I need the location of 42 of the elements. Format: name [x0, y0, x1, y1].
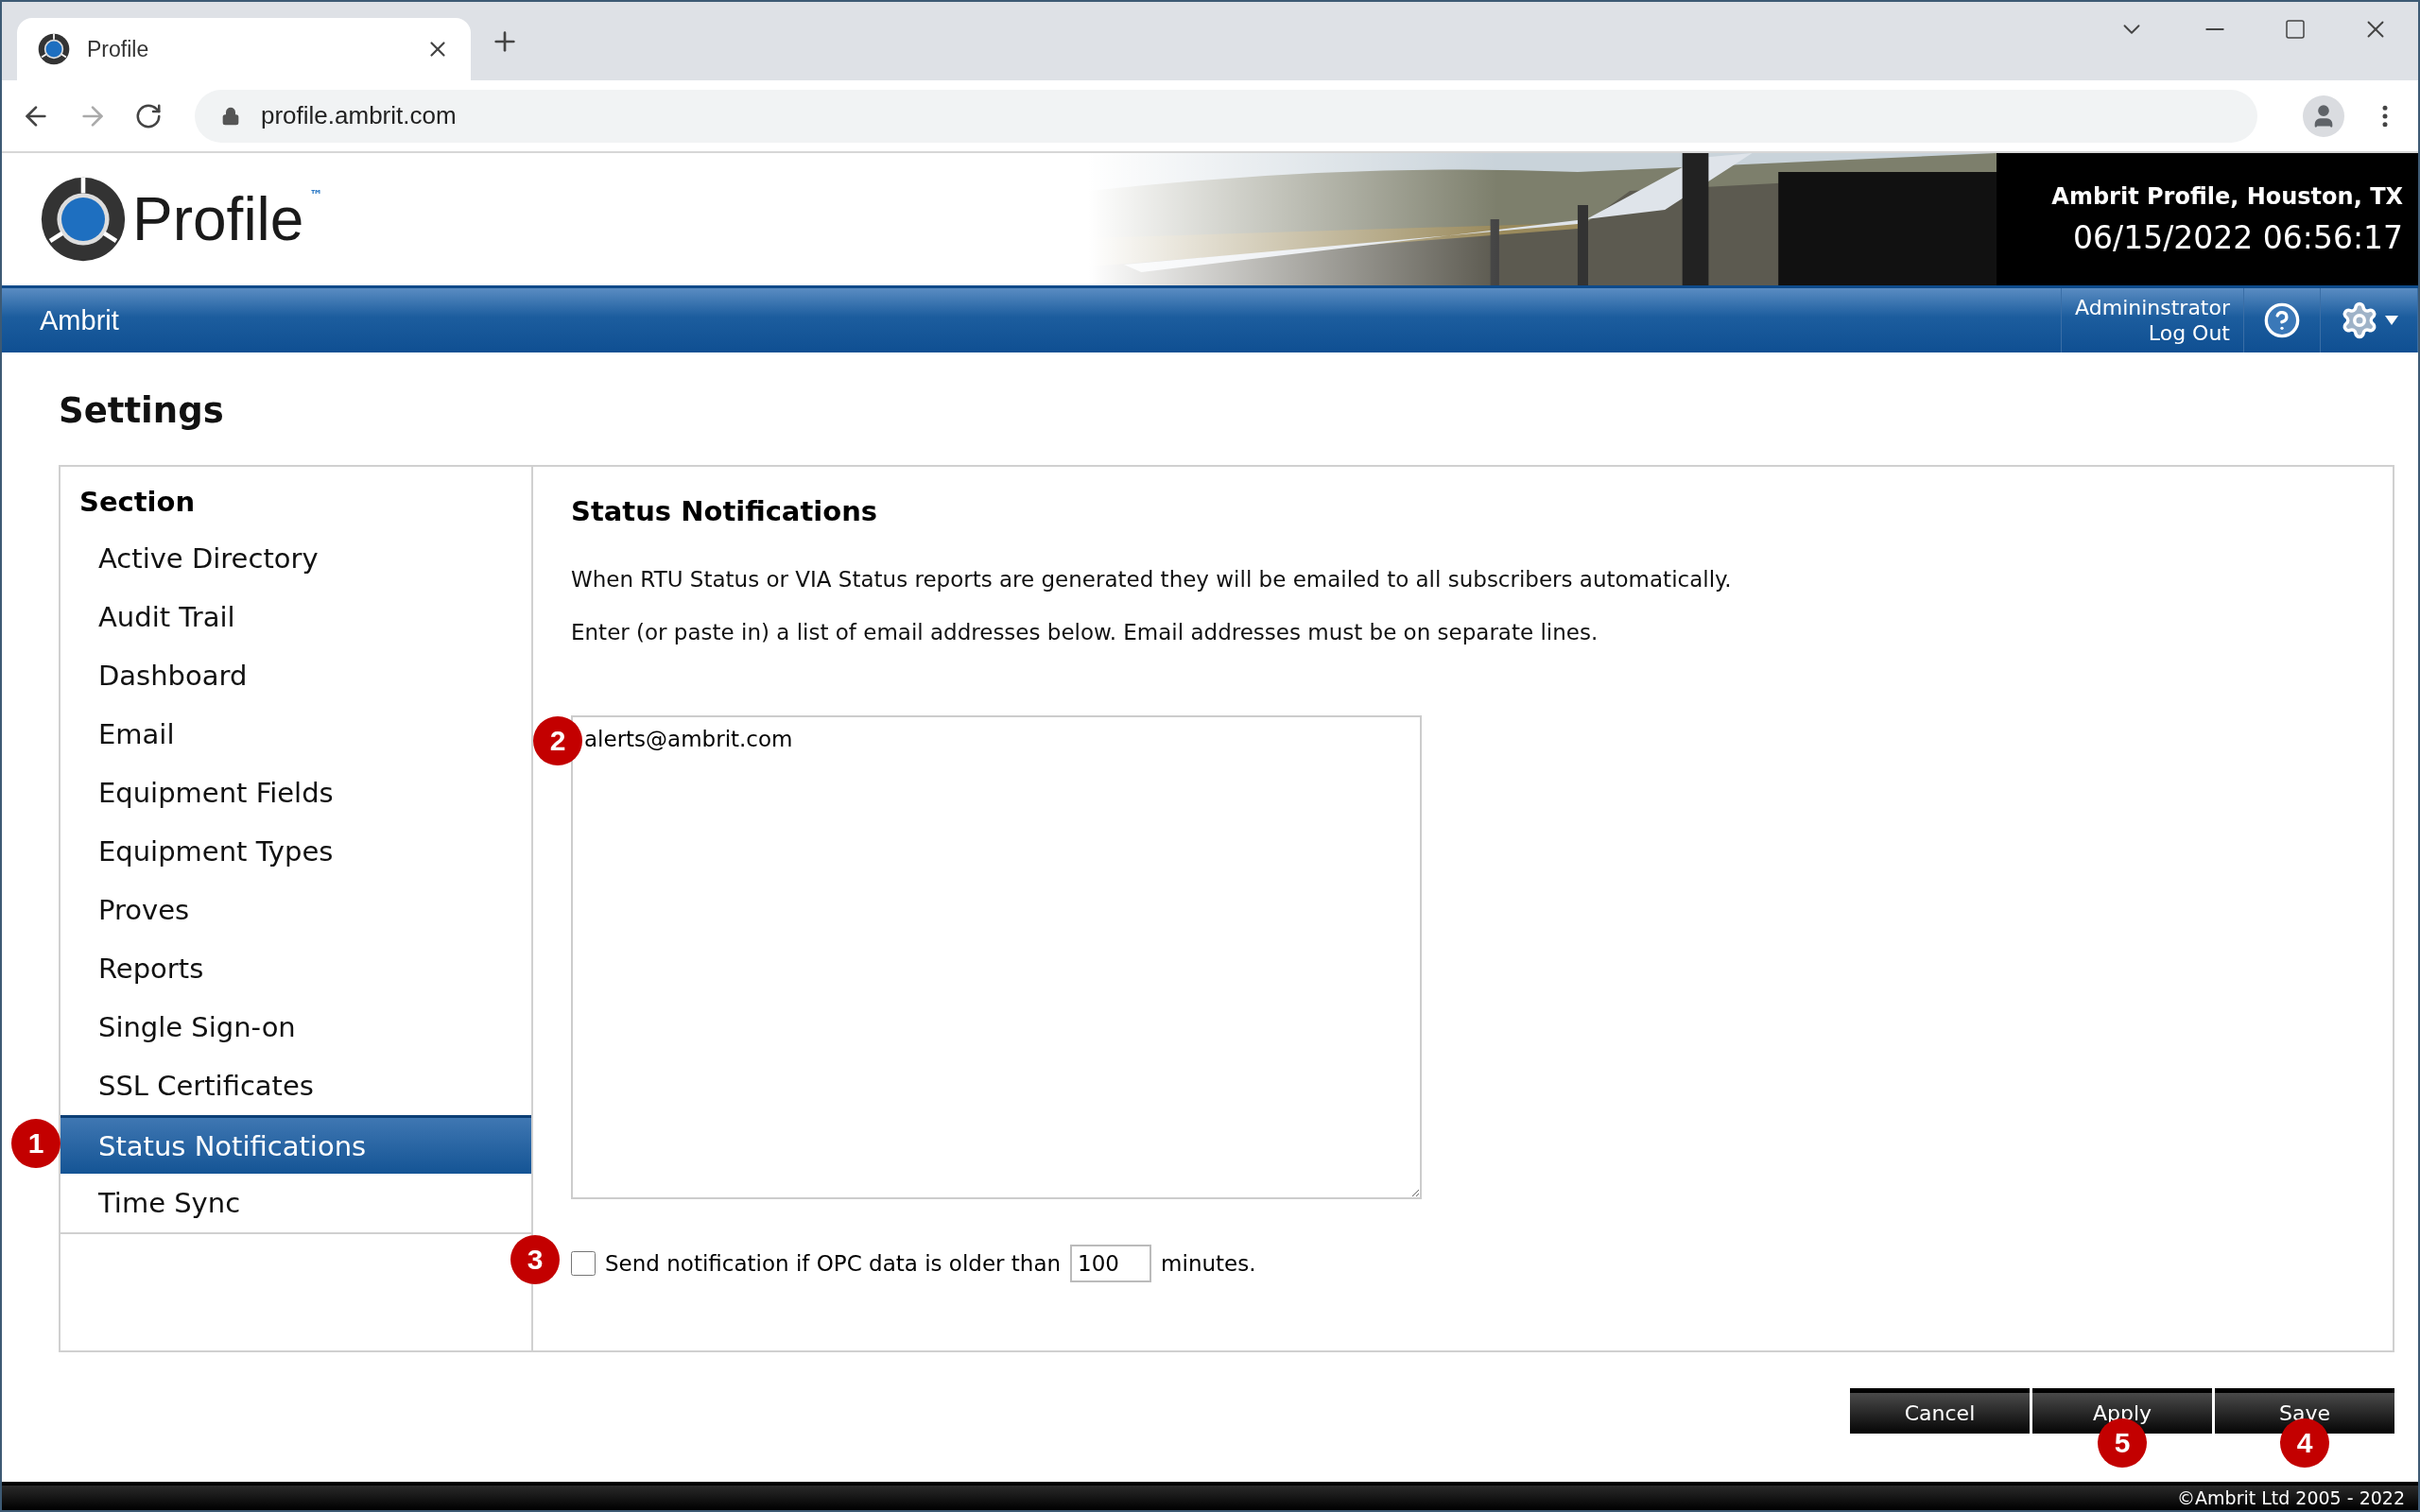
trademark-mark: ™: [309, 187, 323, 202]
sidebar-item[interactable]: Email: [60, 705, 531, 764]
sidebar-item[interactable]: Single Sign-on: [60, 998, 531, 1057]
sidebar-item[interactable]: Equipment Fields: [60, 764, 531, 822]
option-label: Send notification if OPC data is older than: [605, 1251, 1062, 1276]
tab-title: Profile: [87, 36, 150, 62]
address-bar[interactable]: profile.ambrit.com: [195, 89, 2257, 143]
sidebar-item[interactable]: Active Directory: [60, 529, 531, 588]
panel-title: Status Notifications: [571, 495, 879, 527]
sidebar-item[interactable]: Proves: [60, 881, 531, 939]
sidebar-item[interactable]: Time Sync: [60, 1174, 531, 1232]
browser-tab[interactable]: Profile: [17, 18, 471, 80]
callout-number: 3: [510, 1235, 560, 1284]
email-list-field[interactable]: alerts@ambrit.com: [571, 715, 1422, 1199]
callout-number: 2: [533, 716, 582, 765]
site-name: Ambrit Profile, Houston, TX: [2051, 182, 2403, 210]
section-heading: Section: [78, 486, 197, 518]
sidebar-item[interactable]: Status Notifications: [60, 1115, 531, 1174]
logo-icon: [38, 33, 70, 65]
unit-label: minutes.: [1161, 1251, 1256, 1276]
logo-text: Profile: [132, 184, 304, 254]
sidebar-item[interactable]: Audit Trail: [60, 588, 531, 646]
sidebar-item[interactable]: Dashboard: [60, 646, 531, 705]
sidebar-item[interactable]: SSL Certificates: [60, 1057, 531, 1115]
date-time: 06/15/2022 06:56:17: [2073, 218, 2403, 256]
nav-title: Ambrit: [40, 304, 119, 336]
action-button[interactable]: Save: [2215, 1388, 2394, 1434]
description-text: When RTU Status or VIA Status reports are generated they will be emailed to all subscribers automatically.: [571, 567, 1733, 592]
user-name[interactable]: Admininstrator: [2075, 295, 2230, 320]
callout-number: 1: [11, 1119, 60, 1168]
sidebar-item[interactable]: Reports: [60, 939, 531, 998]
logout-link[interactable]: Log Out: [2148, 320, 2230, 346]
profile-icon[interactable]: [2303, 94, 2344, 137]
checkbox[interactable]: [571, 1251, 596, 1276]
copyright-text: ©Ambrit Ltd 2005 - 2022: [2177, 1487, 2405, 1508]
description-text: Enter (or paste in) a list of email addresses below. Email addresses must be on separate lines.: [571, 620, 1599, 644]
action-button[interactable]: Cancel: [1850, 1388, 2030, 1434]
lock-icon: [221, 106, 240, 126]
logo-icon: [40, 176, 127, 263]
minutes-field[interactable]: 100: [1070, 1245, 1152, 1282]
page-title: Settings: [59, 390, 225, 431]
sidebar-item[interactable]: Equipment Types: [60, 822, 531, 881]
